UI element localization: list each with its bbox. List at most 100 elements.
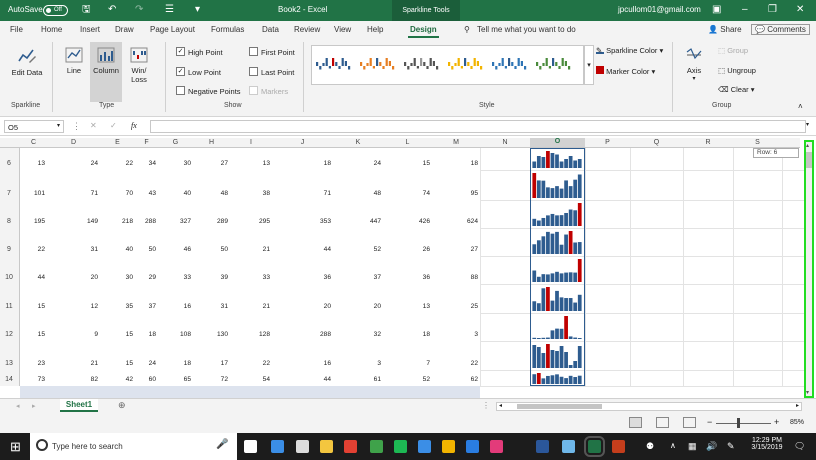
- cell[interactable]: 108: [161, 331, 191, 338]
- cell[interactable]: 18: [448, 160, 478, 167]
- cell[interactable]: 101: [15, 190, 45, 197]
- cell[interactable]: 73: [15, 376, 45, 383]
- clock[interactable]: 12:29 PM 3/15/2019: [750, 437, 784, 451]
- zoom-slider[interactable]: [716, 423, 771, 424]
- cell[interactable]: 71: [68, 190, 98, 197]
- type-column-button[interactable]: Column: [90, 42, 122, 102]
- group-button[interactable]: ⬚ Group: [718, 46, 748, 55]
- marker-color-button[interactable]: Marker Color ▾: [596, 66, 655, 76]
- excel-app-icon[interactable]: [584, 436, 605, 457]
- cell[interactable]: 447: [351, 218, 381, 225]
- cell[interactable]: 31: [68, 246, 98, 253]
- sparkline-row-11[interactable]: [532, 286, 582, 311]
- column-header-l[interactable]: L: [383, 139, 432, 146]
- cell[interactable]: 15: [15, 331, 45, 338]
- sparkline-row-8[interactable]: [532, 202, 582, 226]
- cell[interactable]: 20: [301, 303, 331, 310]
- cell[interactable]: 88: [448, 274, 478, 281]
- column-header-d[interactable]: D: [47, 139, 100, 146]
- tab-design[interactable]: Design: [408, 25, 439, 38]
- pen-icon[interactable]: ✎: [727, 441, 735, 452]
- cell[interactable]: 130: [198, 331, 228, 338]
- settings-app-icon[interactable]: [418, 440, 431, 453]
- axis-button[interactable]: Axis ▾: [682, 46, 706, 82]
- cell[interactable]: 426: [400, 218, 430, 225]
- cell[interactable]: 12: [68, 303, 98, 310]
- name-box[interactable]: O5 ▾: [4, 120, 64, 133]
- tab-data[interactable]: Data: [262, 25, 279, 34]
- cell[interactable]: 44: [15, 274, 45, 281]
- sparkline-color-button[interactable]: ✎ Sparkline Color ▾: [596, 46, 663, 55]
- cell[interactable]: 44: [301, 376, 331, 383]
- cell[interactable]: 32: [351, 331, 381, 338]
- word-icon[interactable]: [536, 440, 549, 453]
- cell[interactable]: 36: [400, 274, 430, 281]
- people-icon[interactable]: ⚉: [646, 441, 654, 452]
- autosave-toggle[interactable]: Off: [43, 5, 68, 16]
- zoom-out-icon[interactable]: −: [707, 417, 712, 427]
- edit-data-button[interactable]: Edit Data: [10, 46, 44, 77]
- prev-sheet-icon[interactable]: ◂: [16, 402, 20, 410]
- cell[interactable]: 54: [240, 376, 270, 383]
- style-swatch[interactable]: [360, 58, 396, 74]
- cell[interactable]: 82: [68, 376, 98, 383]
- network-icon[interactable]: ▦: [688, 441, 697, 452]
- column-header-p[interactable]: P: [585, 139, 630, 146]
- minimize-icon[interactable]: –: [742, 4, 748, 16]
- maximize-icon[interactable]: ❐: [768, 4, 777, 16]
- task-view-icon[interactable]: [244, 440, 257, 453]
- cell[interactable]: 624: [448, 218, 478, 225]
- spotify-icon[interactable]: [394, 440, 407, 453]
- cell[interactable]: 24: [351, 160, 381, 167]
- column-header-g[interactable]: G: [158, 139, 193, 146]
- cell[interactable]: 37: [351, 274, 381, 281]
- cell[interactable]: 33: [161, 274, 191, 281]
- snip-icon[interactable]: [562, 440, 575, 453]
- onedrive-icon[interactable]: [466, 440, 479, 453]
- column-header-j[interactable]: J: [272, 139, 333, 146]
- share-button[interactable]: 👤 Share: [708, 25, 742, 34]
- type-winloss-button[interactable]: Win/ Loss: [126, 46, 152, 84]
- cell[interactable]: 48: [351, 190, 381, 197]
- touch-mode-icon[interactable]: ☰: [165, 4, 174, 16]
- customize-qat-icon[interactable]: ▾: [195, 4, 200, 16]
- windows-start-icon[interactable]: ⊞: [10, 439, 21, 455]
- tab-home[interactable]: Home: [41, 25, 62, 34]
- cell[interactable]: 27: [448, 246, 478, 253]
- page-break-view-icon[interactable]: [683, 417, 696, 428]
- column-header-n[interactable]: N: [480, 139, 530, 146]
- cell[interactable]: 7: [400, 360, 430, 367]
- horizontal-scrollbar[interactable]: ◂ ▸: [496, 402, 802, 411]
- paint-icon[interactable]: [442, 440, 455, 453]
- ungroup-button[interactable]: ⬚ Ungroup: [718, 66, 756, 75]
- cell[interactable]: 31: [198, 303, 228, 310]
- sparkline-row-6[interactable]: [532, 150, 582, 168]
- new-sheet-icon[interactable]: ⊕: [118, 400, 126, 411]
- markers-checkbox[interactable]: [249, 86, 258, 95]
- cell[interactable]: 195: [15, 218, 45, 225]
- cell[interactable]: 48: [198, 190, 228, 197]
- cell[interactable]: 24: [68, 160, 98, 167]
- cell[interactable]: 38: [240, 190, 270, 197]
- column-header-h[interactable]: H: [193, 139, 230, 146]
- cell[interactable]: 44: [301, 246, 331, 253]
- style-swatch[interactable]: [492, 58, 528, 74]
- tab-formulas[interactable]: Formulas: [211, 25, 244, 34]
- column-header-k[interactable]: K: [333, 139, 383, 146]
- cell[interactable]: 30: [161, 160, 191, 167]
- tab-insert[interactable]: Insert: [80, 25, 100, 34]
- cell[interactable]: 20: [68, 274, 98, 281]
- vertical-scrollbar[interactable]: ▴ ▾: [804, 140, 814, 398]
- zoom-slider-thumb[interactable]: [737, 418, 740, 428]
- sparkline-row-13[interactable]: [532, 343, 582, 368]
- tell-me-box[interactable]: Tell me what you want to do: [477, 25, 576, 34]
- column-header-q[interactable]: Q: [630, 139, 683, 146]
- cell[interactable]: 18: [301, 160, 331, 167]
- cell[interactable]: 33: [240, 274, 270, 281]
- redo-icon[interactable]: ↷: [135, 4, 143, 16]
- clear-button[interactable]: ⌫ Clear ▾: [718, 85, 755, 94]
- cell[interactable]: 50: [126, 246, 156, 253]
- sparkline-style-gallery[interactable]: [311, 45, 584, 85]
- cell[interactable]: 34: [126, 160, 156, 167]
- insert-function-icon[interactable]: fx: [131, 121, 137, 130]
